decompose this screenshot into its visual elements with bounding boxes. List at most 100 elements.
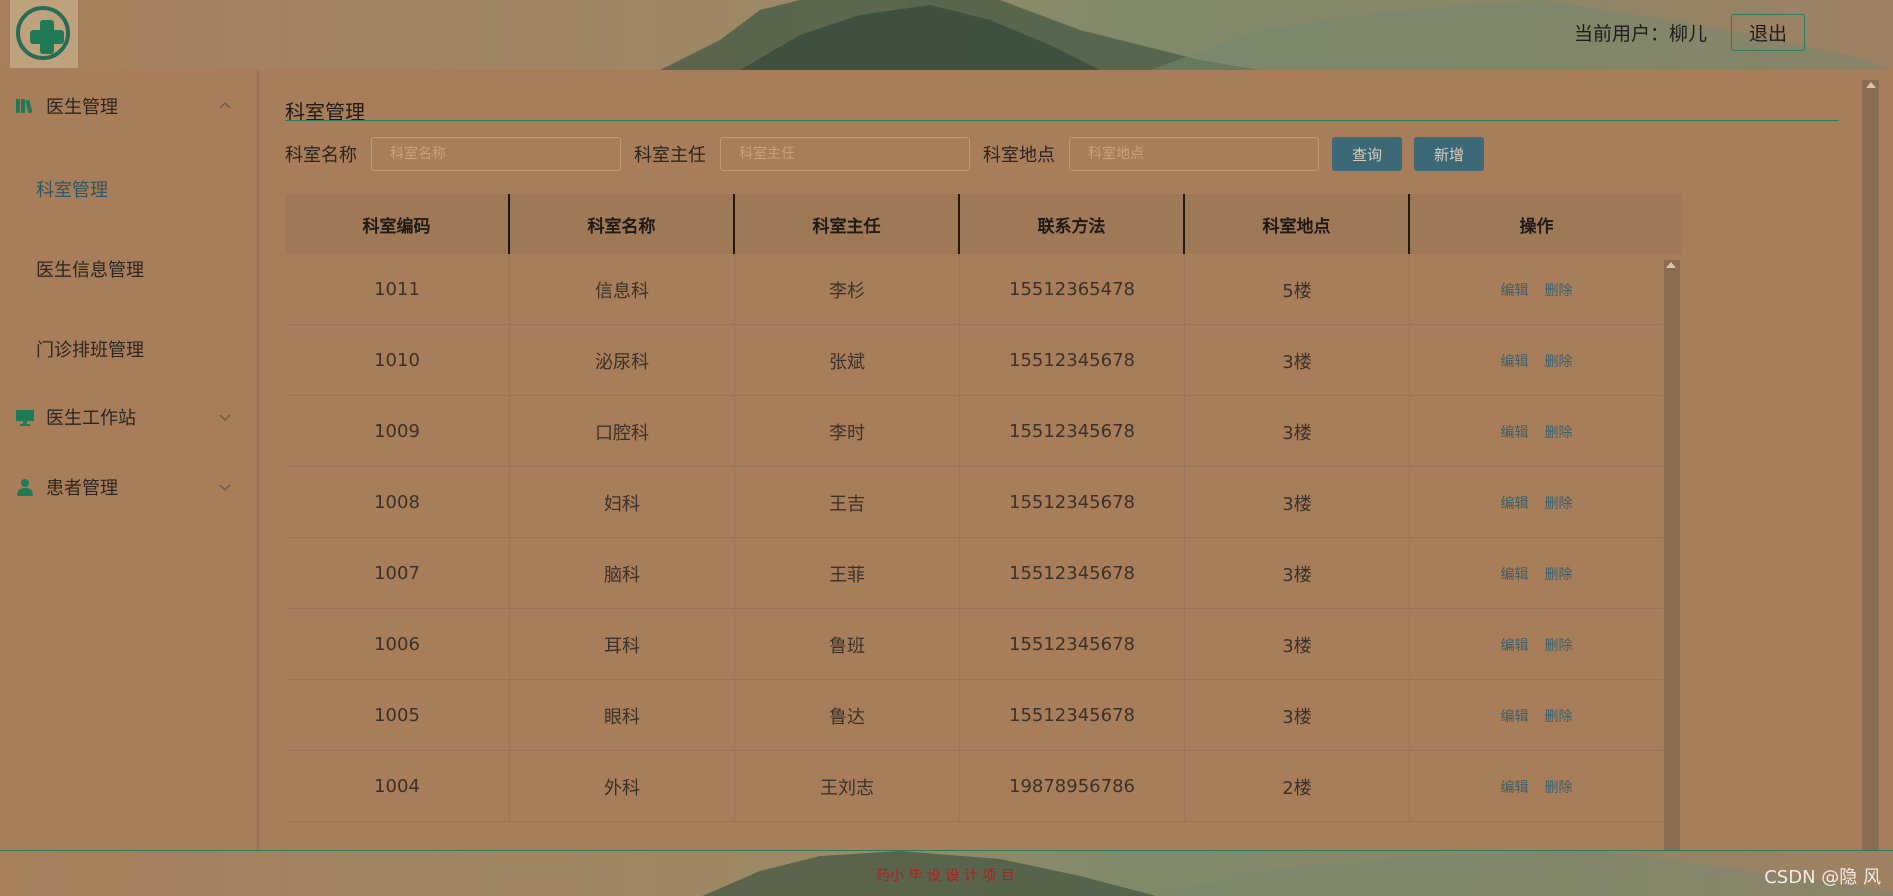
cell-contact: 15512345678 <box>960 538 1185 609</box>
edit-link[interactable]: 编辑 <box>1501 422 1529 442</box>
cell-director: 王刘志 <box>735 751 960 822</box>
delete-link[interactable]: 删除 <box>1545 280 1573 300</box>
cell-director: 鲁达 <box>735 680 960 751</box>
logo <box>10 0 78 68</box>
column-header-location: 科室地点 <box>1185 194 1410 254</box>
sidebar-group-doctor-workstation[interactable]: 医生工作站 <box>0 397 259 437</box>
edit-link[interactable]: 编辑 <box>1501 280 1529 300</box>
edit-link[interactable]: 编辑 <box>1501 564 1529 584</box>
cell-location: 3楼 <box>1185 680 1410 751</box>
page-scrollbar[interactable] <box>1862 80 1879 850</box>
cell-actions: 编辑 删除 <box>1410 325 1663 396</box>
cell-location: 3楼 <box>1185 396 1410 467</box>
user-area: 当前用户：柳儿 退出 <box>1574 14 1805 51</box>
table-body: 1011 信息科 李杉 15512365478 5楼 编辑 删除 1010 泌尿科 张斌 15512… <box>285 254 1663 822</box>
cell-code: 1011 <box>285 254 510 325</box>
sidebar-group-label: 患者管理 <box>46 478 118 499</box>
cell-contact: 15512345678 <box>960 680 1185 751</box>
cell-name: 外科 <box>510 751 735 822</box>
cell-location: 2楼 <box>1185 751 1410 822</box>
department-location-input[interactable] <box>1069 137 1319 171</box>
column-header-director: 科室主任 <box>735 194 960 254</box>
delete-link[interactable]: 删除 <box>1545 635 1573 655</box>
table-row: 1005 眼科 鲁达 15512345678 3楼 编辑 删除 <box>285 680 1663 751</box>
monitor-icon <box>16 410 34 426</box>
cell-actions: 编辑 删除 <box>1410 751 1663 822</box>
cell-name: 眼科 <box>510 680 735 751</box>
sidebar-group-doctor-management[interactable]: 医生管理 <box>0 86 259 126</box>
scroll-up-arrow-icon[interactable] <box>1666 262 1676 268</box>
sidebar-group-patient-management[interactable]: 患者管理 <box>0 467 259 507</box>
table-row: 1011 信息科 李杉 15512365478 5楼 编辑 删除 <box>285 254 1663 325</box>
edit-link[interactable]: 编辑 <box>1501 351 1529 371</box>
title-divider <box>285 120 1839 121</box>
app-root: 当前用户：柳儿 退出 医生管理 科室管理 医生信息管理 门诊排班管理 医生工作站… <box>0 0 1893 896</box>
delete-link[interactable]: 删除 <box>1545 422 1573 442</box>
edit-link[interactable]: 编辑 <box>1501 706 1529 726</box>
sidebar-item-clinic-schedule[interactable]: 门诊排班管理 <box>36 336 144 362</box>
table-row: 1004 外科 王刘志 19878956786 2楼 编辑 删除 <box>285 751 1663 822</box>
sidebar-group-label: 医生工作站 <box>46 408 136 429</box>
edit-link[interactable]: 编辑 <box>1501 635 1529 655</box>
logo-circle <box>16 6 70 60</box>
cell-code: 1006 <box>285 609 510 680</box>
cell-contact: 19878956786 <box>960 751 1185 822</box>
sidebar-item-department-management[interactable]: 科室管理 <box>36 176 108 202</box>
footer-text: 药小 毕 设 设 计 项 目 <box>876 868 1015 884</box>
page-scroll-up-icon[interactable] <box>1866 82 1876 88</box>
chevron-down-icon <box>219 484 231 492</box>
cell-location: 3楼 <box>1185 325 1410 396</box>
department-location-label: 科室地点 <box>983 145 1055 166</box>
cell-name: 泌尿科 <box>510 325 735 396</box>
cell-contact: 15512345678 <box>960 609 1185 680</box>
department-name-label: 科室名称 <box>285 145 357 166</box>
department-table: 科室编码 科室名称 科室主任 联系方法 科室地点 操作 1011 信息科 李杉 155… <box>285 194 1681 850</box>
cell-contact: 15512345678 <box>960 467 1185 538</box>
delete-link[interactable]: 删除 <box>1545 706 1573 726</box>
cell-name: 耳科 <box>510 609 735 680</box>
column-header-contact: 联系方法 <box>960 194 1185 254</box>
column-header-name: 科室名称 <box>510 194 735 254</box>
department-director-label: 科室主任 <box>634 145 706 166</box>
cell-director: 鲁班 <box>735 609 960 680</box>
cell-name: 信息科 <box>510 254 735 325</box>
current-user-label: 当前用户：柳儿 <box>1573 23 1707 45</box>
cell-code: 1005 <box>285 680 510 751</box>
sidebar-item-doctor-info[interactable]: 医生信息管理 <box>36 256 144 282</box>
cell-actions: 编辑 删除 <box>1410 467 1663 538</box>
cell-director: 王吉 <box>735 467 960 538</box>
cell-contact: 15512365478 <box>960 254 1185 325</box>
edit-link[interactable]: 编辑 <box>1501 777 1529 797</box>
add-button[interactable]: 新增 <box>1414 137 1484 171</box>
chevron-up-icon <box>219 101 231 109</box>
table-header: 科室编码 科室名称 科室主任 联系方法 科室地点 操作 <box>285 194 1681 254</box>
table-row: 1006 耳科 鲁班 15512345678 3楼 编辑 删除 <box>285 609 1663 680</box>
cell-location: 3楼 <box>1185 467 1410 538</box>
edit-link[interactable]: 编辑 <box>1501 493 1529 513</box>
cell-code: 1004 <box>285 751 510 822</box>
query-button[interactable]: 查询 <box>1332 137 1402 171</box>
top-header: 当前用户：柳儿 退出 <box>0 0 1893 70</box>
delete-link[interactable]: 删除 <box>1545 777 1573 797</box>
cell-code: 1009 <box>285 396 510 467</box>
cell-director: 张斌 <box>735 325 960 396</box>
cell-director: 李杉 <box>735 254 960 325</box>
column-header-actions: 操作 <box>1519 216 1554 237</box>
cell-director: 王菲 <box>735 538 960 609</box>
delete-link[interactable]: 删除 <box>1545 493 1573 513</box>
delete-link[interactable]: 删除 <box>1545 564 1573 584</box>
column-header-code: 科室编码 <box>285 194 510 254</box>
logout-button[interactable]: 退出 <box>1731 14 1805 51</box>
cell-location: 3楼 <box>1185 609 1410 680</box>
table-scrollbar[interactable] <box>1664 260 1680 850</box>
department-director-input[interactable] <box>720 137 970 171</box>
department-name-input[interactable] <box>371 137 621 171</box>
cell-actions: 编辑 删除 <box>1410 396 1663 467</box>
delete-link[interactable]: 删除 <box>1545 351 1573 371</box>
cell-code: 1010 <box>285 325 510 396</box>
user-icon <box>17 479 33 496</box>
search-bar: 科室名称 科室主任 科室地点 查询 新增 <box>285 136 1496 172</box>
table-row: 1007 脑科 王菲 15512345678 3楼 编辑 删除 <box>285 538 1663 609</box>
cell-name: 妇科 <box>510 467 735 538</box>
cell-contact: 15512345678 <box>960 325 1185 396</box>
